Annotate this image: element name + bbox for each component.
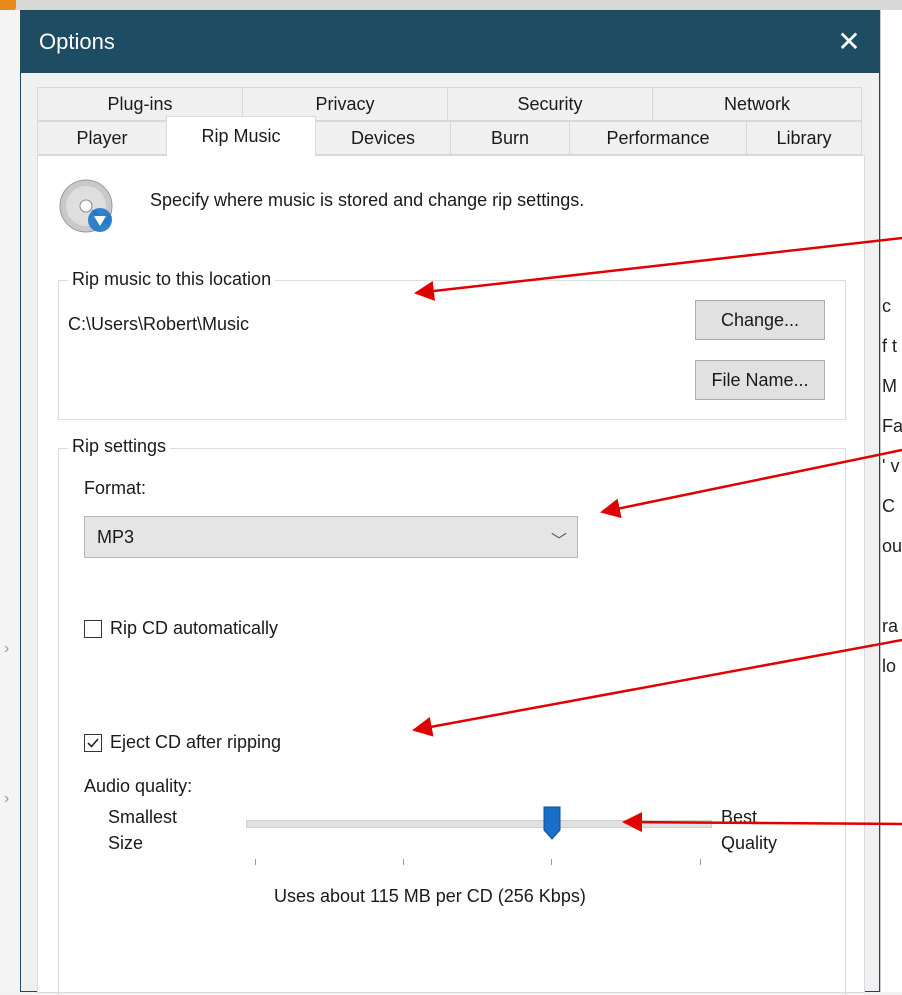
audio-quality-slider-thumb[interactable] [543,806,561,840]
close-icon: ✕ [837,25,861,57]
tab-security[interactable]: Security [447,87,653,121]
close-button[interactable]: ✕ [819,11,879,71]
format-select[interactable]: MP3 ﹀ [84,516,578,558]
audio-quality-slider-track[interactable] [246,820,712,828]
page-description: Specify where music is stored and change… [150,190,585,210]
tab-label: Privacy [315,93,375,114]
background-text-snippet: ou [882,536,902,556]
slider-max-label-line2: Quality [721,833,778,853]
tab-burn[interactable]: Burn [450,121,570,155]
tab-label: Library [776,127,832,148]
chevron-right-icon: › [4,790,10,807]
rip-settings-legend: Rip settings [68,436,171,457]
tab-label: Player [76,127,128,148]
dialog-title: Options [39,29,115,54]
background-text-snippet: f t [882,336,898,356]
tab-label: Burn [490,127,530,148]
checkmark-icon [87,738,99,748]
options-dialog: Options ✕ Plug-ins Privacy Security Netw… [20,10,880,995]
tab-label: Network [723,93,790,114]
rip-location-path: C:\Users\Robert\Music [68,314,250,334]
slider-max-label-line1: Best [721,807,758,827]
location-group-legend: Rip music to this location [68,269,276,290]
background-text-snippet: ra [882,616,899,636]
slider-min-label-line2: Size [108,833,144,853]
rip-cd-automatically-label: Rip CD automatically [110,618,279,638]
background-toolbar [0,0,902,10]
dialog-titlebar: Options ✕ [21,11,879,73]
background-text-snippet: c [882,296,891,316]
change-location-button[interactable]: Change... [695,300,825,340]
slider-tick [551,859,552,865]
format-label: Format: [84,478,147,498]
background-text-snippet: C [882,496,895,516]
tab-devices[interactable]: Devices [315,121,451,155]
slider-tick [255,859,256,865]
slider-min-label-line1: Smallest [108,807,178,827]
tab-rip-music[interactable]: Rip Music [166,116,316,156]
rip-music-panel: Specify where music is stored and change… [37,155,865,995]
file-name-button[interactable]: File Name... [695,360,825,400]
slider-tick [403,859,404,865]
tab-network[interactable]: Network [652,87,862,121]
background-text-snippet: Fal [882,416,902,436]
background-left-edge: › › [0,10,20,992]
audio-quality-label: Audio quality: [84,776,193,796]
tab-label: Devices [350,127,416,148]
tab-label: Performance [606,127,710,148]
background-text-snippet: ' v [882,456,900,476]
tab-player[interactable]: Player [37,121,167,155]
slider-tick [700,859,701,865]
tab-library[interactable]: Library [746,121,862,155]
usage-estimate-text: Uses about 115 MB per CD (256 Kbps) [274,886,586,906]
eject-cd-label: Eject CD after ripping [110,732,282,752]
background-text-snippet: lo [882,656,897,676]
tab-label: Security [517,93,583,114]
format-select-value: MP3 [97,526,135,547]
chevron-right-icon: › [4,640,10,657]
tab-performance[interactable]: Performance [569,121,747,155]
tab-label: Plug-ins [107,93,173,114]
tab-label: Rip Music [201,126,281,146]
rip-cd-automatically-checkbox[interactable] [84,620,102,638]
cd-rip-icon [59,179,113,233]
eject-cd-checkbox[interactable] [84,734,102,752]
chevron-down-icon: ﹀ [550,533,567,550]
background-text-snippet: M [882,376,897,396]
